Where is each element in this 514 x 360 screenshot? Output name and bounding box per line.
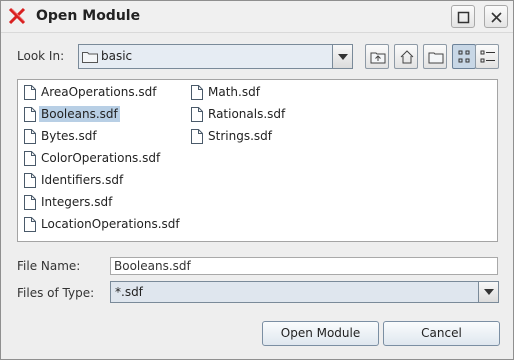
- files-of-type-label: Files of Type:: [17, 286, 95, 300]
- file-name-label: File Name:: [17, 259, 81, 273]
- file-item[interactable]: Rationals.sdf: [188, 105, 285, 125]
- close-icon: [491, 12, 502, 23]
- file-icon: [24, 107, 36, 122]
- title-bar: Open Module: [1, 1, 513, 33]
- file-name: Bytes.sdf: [41, 129, 97, 143]
- file-name: Booleans.sdf: [39, 106, 120, 122]
- file-item[interactable]: ColorOperations.sdf: [21, 149, 160, 169]
- file-item[interactable]: Integers.sdf: [21, 193, 112, 213]
- look-in-label: Look In:: [17, 49, 65, 63]
- open-module-button[interactable]: Open Module: [262, 321, 379, 346]
- file-item[interactable]: Identifiers.sdf: [21, 171, 123, 191]
- chevron-down-icon[interactable]: [332, 45, 352, 68]
- file-icon: [24, 151, 36, 166]
- home-icon: [400, 50, 414, 64]
- file-item[interactable]: AreaOperations.sdf: [21, 83, 157, 103]
- file-name: AreaOperations.sdf: [41, 85, 157, 99]
- look-in-value: basic: [101, 49, 133, 63]
- app-logo-icon: [8, 7, 26, 25]
- list-view-icon: [458, 50, 470, 63]
- new-folder-button[interactable]: [423, 44, 447, 69]
- close-button[interactable]: [484, 5, 508, 28]
- details-view-button[interactable]: [475, 44, 499, 69]
- maximize-button[interactable]: [451, 5, 475, 28]
- file-item[interactable]: Bytes.sdf: [21, 127, 97, 147]
- maximize-icon: [457, 11, 470, 24]
- file-item[interactable]: Math.sdf: [188, 83, 260, 103]
- file-name: Identifiers.sdf: [41, 173, 124, 187]
- file-name: Rationals.sdf: [208, 107, 286, 121]
- file-name: Integers.sdf: [41, 195, 113, 209]
- file-icon: [24, 85, 36, 100]
- file-name-field[interactable]: [110, 257, 498, 275]
- file-icon: [24, 129, 36, 144]
- file-name: Strings.sdf: [208, 129, 272, 143]
- details-view-icon: [480, 50, 495, 63]
- chevron-down-icon[interactable]: [478, 282, 498, 302]
- up-one-level-button[interactable]: [365, 44, 389, 69]
- file-icon: [24, 173, 36, 188]
- home-button[interactable]: [394, 44, 418, 69]
- files-of-type-value: *.sdf: [115, 285, 143, 299]
- file-icon: [24, 217, 36, 232]
- look-in-combo[interactable]: basic: [78, 44, 353, 69]
- window-title: Open Module: [36, 8, 141, 24]
- file-icon: [191, 129, 203, 144]
- file-icon: [24, 195, 36, 210]
- cancel-button[interactable]: Cancel: [383, 321, 500, 346]
- file-name: Math.sdf: [208, 85, 260, 99]
- open-module-dialog: Open Module Look In: basic AreaOperation…: [0, 0, 514, 360]
- list-view-button[interactable]: [452, 44, 476, 69]
- file-item[interactable]: LocationOperations.sdf: [21, 215, 180, 235]
- file-name: LocationOperations.sdf: [41, 217, 180, 231]
- folder-up-icon: [370, 52, 386, 64]
- file-icon: [191, 107, 203, 122]
- new-folder-icon: [428, 52, 444, 64]
- file-icon: [191, 85, 203, 100]
- file-list[interactable]: AreaOperations.sdf Booleans.sdf Bytes.sd…: [17, 79, 498, 242]
- folder-icon: [82, 52, 98, 63]
- file-item-selected[interactable]: Booleans.sdf: [21, 105, 120, 125]
- files-of-type-combo[interactable]: *.sdf: [110, 281, 499, 303]
- file-item[interactable]: Strings.sdf: [188, 127, 272, 147]
- file-name: ColorOperations.sdf: [41, 151, 161, 165]
